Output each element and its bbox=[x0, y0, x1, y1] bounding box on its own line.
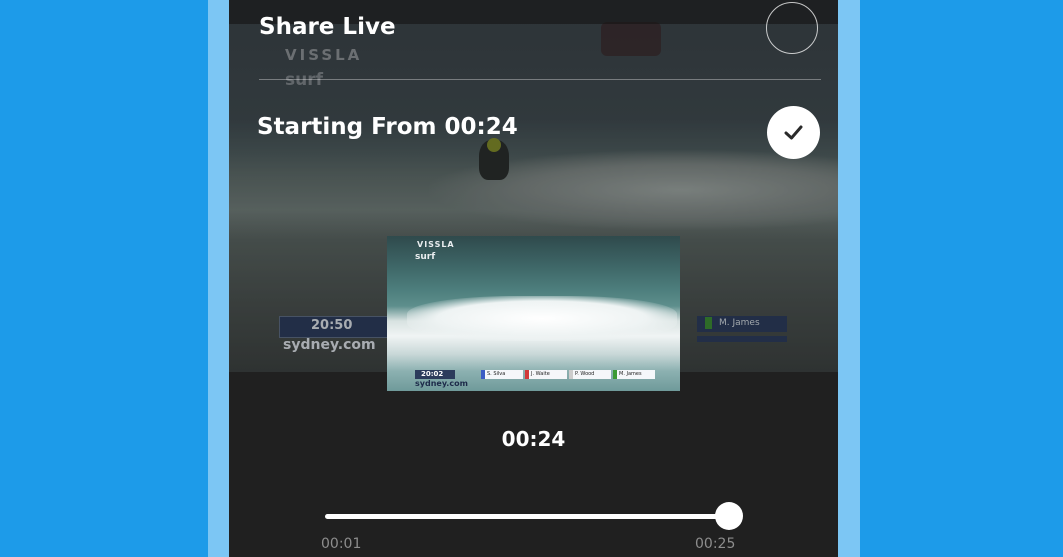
preview-watermark-sub: surf bbox=[415, 252, 436, 262]
starting-from-toggle[interactable] bbox=[767, 106, 820, 159]
checkmark-icon bbox=[784, 125, 803, 140]
preview-thumbnail: VISSLA surf 20:02 sydney.com S. Silva J.… bbox=[387, 236, 680, 391]
timeline-slider-handle[interactable] bbox=[715, 502, 743, 530]
preview-athlete-name: P. Wood bbox=[575, 371, 595, 377]
timeline-end-time: 00:25 bbox=[695, 536, 736, 552]
app-screen: VISSLA surf 20:50 sydney.com M. James Sh… bbox=[229, 0, 838, 557]
preview-wave bbox=[407, 296, 677, 341]
preview-athlete-tag: S. Silva bbox=[481, 370, 523, 379]
timeline-start-time: 00:01 bbox=[321, 536, 362, 552]
share-live-title: Share Live bbox=[259, 14, 396, 40]
preview-athlete-tag: M. James bbox=[613, 370, 655, 379]
preview-scoreboard-time: 20:02 bbox=[421, 370, 444, 378]
preview-scoreboard-site: sydney.com bbox=[415, 379, 468, 388]
preview-athlete-tag: J. Waite bbox=[525, 370, 567, 379]
preview-athlete-name: J. Waite bbox=[531, 371, 550, 377]
share-live-toggle[interactable] bbox=[766, 2, 818, 54]
preview-athlete-tag: P. Wood bbox=[569, 370, 611, 379]
preview-watermark-brand: VISSLA bbox=[417, 240, 455, 249]
divider bbox=[259, 79, 821, 80]
starting-from-title: Starting From 00:24 bbox=[257, 114, 518, 140]
preview-athlete-name: M. James bbox=[619, 371, 642, 377]
current-time-label: 00:24 bbox=[501, 427, 566, 451]
timeline-slider-track[interactable] bbox=[325, 514, 729, 519]
preview-athlete-name: S. Silva bbox=[487, 371, 506, 377]
